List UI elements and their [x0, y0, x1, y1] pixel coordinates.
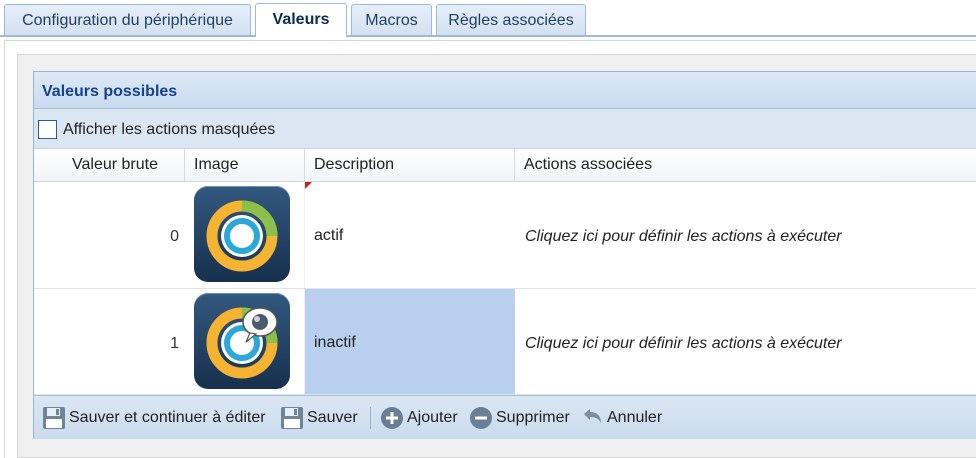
values-panel: Valeurs possibles Afficher les actions m… [33, 71, 976, 439]
bottom-toolbar: Sauver et continuer à éditer Sauver Ajou… [34, 395, 976, 439]
add-label: Ajouter [407, 409, 458, 426]
undo-icon [584, 409, 601, 423]
column-header-image[interactable]: Image [185, 149, 305, 182]
tab-configuration[interactable]: Configuration du périphérique [4, 4, 251, 36]
raw-value-cell[interactable]: 0 [34, 182, 185, 288]
cancel-button[interactable]: Annuler [580, 405, 670, 431]
tab-macros[interactable]: Macros [351, 4, 432, 36]
add-button[interactable]: Ajouter [380, 405, 466, 431]
floppy-disk-icon [43, 407, 65, 429]
save-continue-label: Sauver et continuer à éditer [69, 409, 266, 426]
panel-title: Valeurs possibles [42, 83, 178, 100]
actions-cell[interactable]: Cliquez ici pour définir les actions à e… [515, 289, 976, 394]
save-continue-button[interactable]: Sauver et continuer à éditer [42, 405, 277, 431]
save-label: Sauver [307, 409, 358, 426]
table-row[interactable]: 0 actif Cliquez ici pour définir les act… [34, 182, 976, 289]
image-cell[interactable] [185, 182, 312, 288]
column-header-actions[interactable]: Actions associées [515, 149, 976, 182]
cancel-label: Annuler [607, 409, 663, 426]
column-header-raw-value[interactable]: Valeur brute [34, 149, 185, 182]
panel-header: Valeurs possibles [34, 72, 976, 109]
show-hidden-checkbox[interactable] [38, 120, 57, 139]
toolbar-separator [370, 407, 371, 429]
column-header-description[interactable]: Description [305, 149, 515, 182]
save-button[interactable]: Sauver [280, 405, 364, 431]
table-row[interactable]: 1 inactif Cliquez ici pour définir les a… [34, 289, 976, 395]
tab-valeurs[interactable]: Valeurs [255, 3, 347, 37]
image-cell[interactable] [185, 289, 312, 394]
description-cell[interactable]: actif [305, 182, 515, 288]
gauge-icon [194, 186, 290, 282]
tab-baseline [0, 35, 976, 37]
show-hidden-label[interactable]: Afficher les actions masquées [63, 121, 275, 139]
tab-bar: Configuration du périphérique Valeurs Ma… [0, 0, 976, 37]
minus-circle-icon [470, 407, 492, 429]
show-hidden-bar: Afficher les actions masquées [34, 109, 976, 149]
actions-cell[interactable]: Cliquez ici pour définir les actions à e… [515, 182, 976, 288]
floppy-disk-icon [281, 407, 303, 429]
delete-button[interactable]: Supprimer [469, 405, 575, 431]
delete-label: Supprimer [496, 409, 570, 426]
grid-header: Valeur brute Image Description Actions a… [34, 149, 976, 182]
raw-value-cell[interactable]: 1 [34, 289, 185, 394]
description-cell[interactable]: inactif [305, 289, 515, 394]
plus-circle-icon [381, 407, 403, 429]
gauge-with-bubble-icon [194, 293, 290, 389]
tab-regles-associees[interactable]: Règles associées [436, 4, 586, 36]
